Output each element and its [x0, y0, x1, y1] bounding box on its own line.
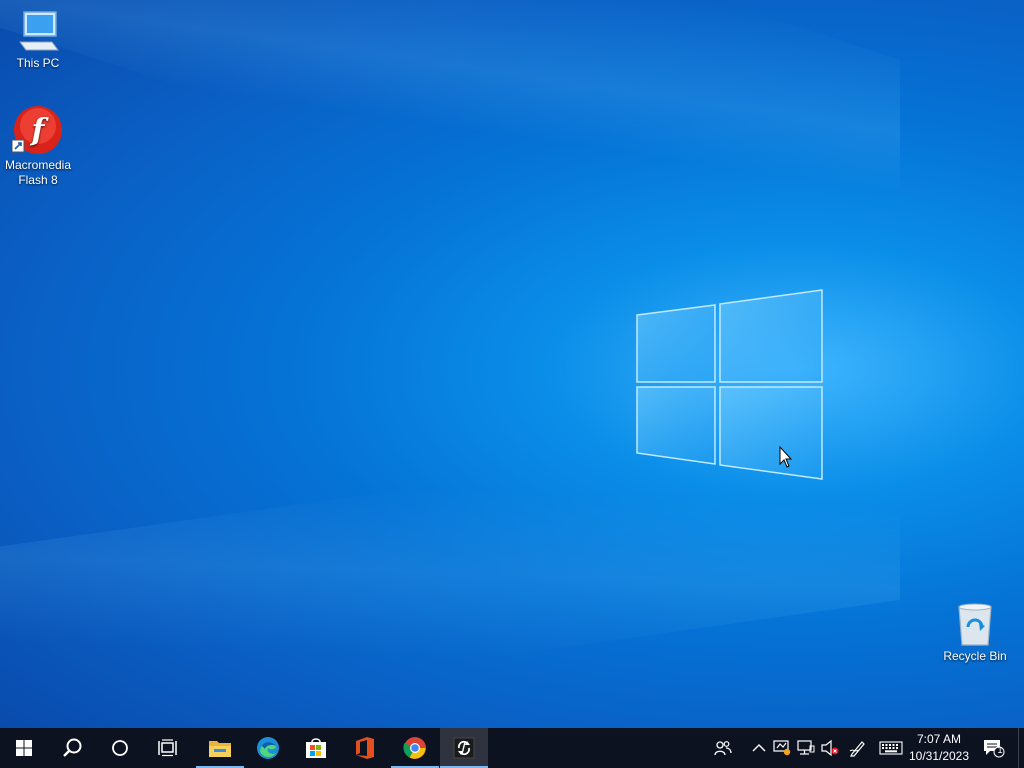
- chevron-up-icon: [752, 744, 766, 752]
- tray-volume[interactable]: [820, 738, 840, 758]
- show-hidden-icons-button[interactable]: [749, 738, 769, 758]
- taskbar-app-file-explorer[interactable]: [196, 728, 244, 768]
- network-warning-icon: [773, 740, 791, 756]
- recycle-bin-icon: [958, 603, 992, 646]
- clock[interactable]: 7:07 AM 10/31/2023: [900, 731, 978, 765]
- mouse-cursor-icon: [779, 446, 793, 468]
- clock-time: 7:07 AM: [916, 732, 962, 746]
- search-icon: [63, 738, 82, 757]
- task-view-button[interactable]: [144, 728, 192, 768]
- tray-pen-workspace[interactable]: [848, 738, 868, 758]
- tray-network-warning[interactable]: [772, 738, 792, 758]
- store-icon: [306, 738, 326, 758]
- taskbar-app-sync[interactable]: [440, 728, 488, 768]
- flash-icon: f: [12, 106, 62, 154]
- people-icon: [714, 741, 732, 756]
- cortana-button[interactable]: [96, 728, 144, 768]
- desktop-icon-this-pc[interactable]: This PC: [0, 8, 76, 71]
- windows-logo-wallpaper: [636, 289, 823, 480]
- folder-icon: [209, 741, 231, 757]
- cortana-icon: [112, 740, 128, 756]
- desktop-icon-recycle-bin[interactable]: Recycle Bin: [937, 601, 1013, 664]
- task-view-icon: [158, 739, 177, 757]
- clock-date: 10/31/2023: [908, 749, 970, 763]
- taskbar-app-store[interactable]: [292, 728, 340, 768]
- volume-muted-icon: [821, 740, 839, 756]
- search-button[interactable]: [48, 728, 96, 768]
- sync-icon: [453, 737, 475, 759]
- taskbar-app-office[interactable]: [341, 728, 389, 768]
- office-icon: [356, 737, 374, 759]
- wallpaper-light-beam: [0, 0, 900, 321]
- computer-icon: [19, 11, 59, 51]
- notification-count-badge: 1: [997, 745, 1003, 755]
- show-desktop-button[interactable]: [1018, 728, 1024, 768]
- taskbar: 7:07 AM 10/31/2023 1: [0, 728, 1024, 768]
- edge-icon: [257, 737, 279, 759]
- action-center-button[interactable]: 1: [982, 738, 1006, 758]
- chrome-icon: [403, 737, 426, 759]
- desktop-icon-label: Recycle Bin: [943, 649, 1007, 663]
- network-icon: [797, 740, 815, 755]
- desktop-icon-macromedia-flash[interactable]: f Macromedia Flash 8: [0, 104, 76, 188]
- taskbar-app-chrome[interactable]: [391, 728, 439, 768]
- tray-network[interactable]: [796, 738, 816, 758]
- desktop-icon-label: This PC: [16, 56, 60, 70]
- people-button[interactable]: [713, 738, 733, 758]
- windows-start-icon: [16, 740, 32, 756]
- pen-icon: [849, 741, 865, 757]
- start-button[interactable]: [0, 728, 48, 768]
- taskbar-app-edge[interactable]: [244, 728, 292, 768]
- desktop-icon-label: Macromedia Flash 8: [4, 158, 72, 187]
